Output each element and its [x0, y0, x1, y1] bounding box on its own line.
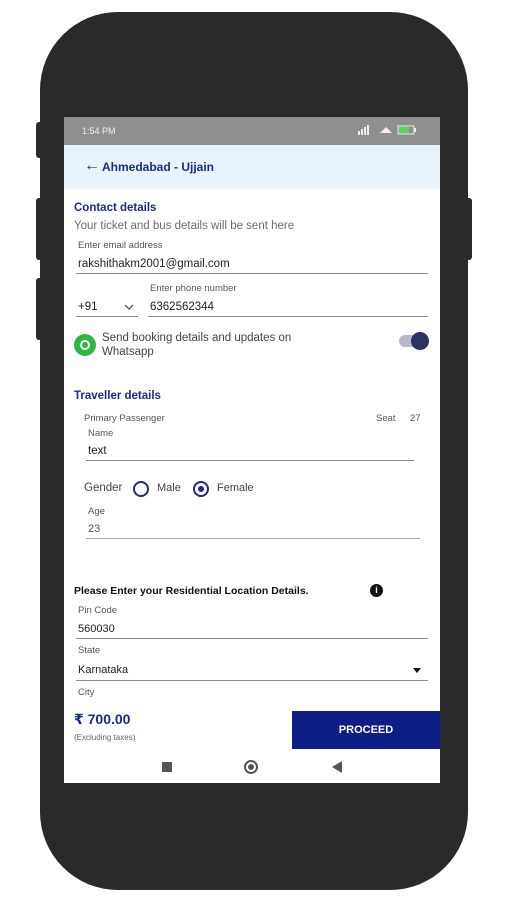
- gender-female-radio[interactable]: [193, 481, 209, 497]
- pin-code-field[interactable]: 560030: [78, 623, 115, 635]
- app-bar: ← Ahmedabad - Ujjain: [64, 145, 440, 189]
- country-code-select[interactable]: +91: [78, 301, 98, 313]
- phone-side-button-left-mid: [36, 198, 44, 260]
- recent-apps-icon[interactable]: [162, 762, 172, 772]
- total-price: ₹ 700.00: [74, 711, 131, 727]
- primary-passenger-label: Primary Passenger: [84, 413, 165, 424]
- city-label: City: [78, 687, 95, 698]
- signal-wifi-battery-icon: [358, 125, 416, 135]
- phone-side-button-left-top: [36, 122, 44, 158]
- name-label: Name: [88, 428, 114, 439]
- email-field[interactable]: rakshithakm2001@gmail.com: [78, 258, 230, 270]
- bottom-bar: ₹ 700.00 (Excluding taxes) PROCEED: [64, 707, 440, 753]
- info-icon[interactable]: i: [370, 584, 383, 597]
- phone-screen: 1:54 PM ← Ahmedabad - Ujjain Contact det…: [64, 117, 440, 783]
- status-icons: [358, 125, 424, 137]
- proceed-button[interactable]: PROCEED: [292, 711, 440, 749]
- gender-female-label[interactable]: Female: [217, 482, 254, 494]
- state-underline: [76, 680, 428, 681]
- route-title: Ahmedabad - Ujjain: [102, 160, 215, 174]
- state-label: State: [78, 645, 101, 656]
- pin-code-underline: [76, 638, 428, 639]
- phone-underline: [148, 316, 428, 317]
- nav-back-icon[interactable]: [332, 761, 342, 773]
- age-label: Age: [88, 506, 105, 517]
- gender-label: Gender: [84, 482, 123, 494]
- chevron-down-icon[interactable]: [124, 304, 134, 311]
- phone-side-button-right: [464, 198, 472, 260]
- seat-label: Seat: [376, 413, 396, 424]
- age-field[interactable]: 23: [88, 523, 100, 535]
- name-field[interactable]: text: [88, 445, 107, 457]
- age-underline: [86, 538, 420, 539]
- contact-details-title: Contact details: [74, 202, 157, 214]
- whatsapp-text-line1: Send booking details and updates on: [102, 332, 292, 344]
- status-bar: 1:54 PM: [64, 117, 440, 145]
- status-time: 1:54 PM: [82, 126, 116, 136]
- residential-title: Please Enter your Residential Location D…: [74, 585, 309, 597]
- country-code-underline: [76, 316, 138, 317]
- phone-label: Enter phone number: [150, 283, 237, 294]
- name-underline: [86, 460, 414, 461]
- gender-male-radio[interactable]: [133, 481, 149, 497]
- email-underline: [76, 273, 428, 274]
- contact-subtitle: Your ticket and bus details will be sent…: [74, 220, 295, 232]
- back-arrow-icon[interactable]: ←: [84, 157, 100, 175]
- state-select[interactable]: Karnataka: [78, 664, 128, 676]
- price-note: (Excluding taxes): [74, 733, 136, 742]
- seat-number: 27: [410, 413, 421, 424]
- pin-code-label: Pin Code: [78, 605, 118, 616]
- home-icon[interactable]: [244, 760, 258, 774]
- phone-side-button-left-low: [36, 278, 44, 340]
- android-nav-bar: [64, 753, 440, 783]
- whatsapp-icon: [74, 334, 96, 356]
- traveller-details-title: Traveller details: [74, 390, 161, 402]
- state-dropdown-arrow-icon[interactable]: [413, 668, 421, 673]
- email-label: Enter email address: [78, 240, 163, 251]
- phone-field[interactable]: 6362562344: [150, 301, 214, 313]
- whatsapp-toggle-knob[interactable]: [411, 332, 429, 350]
- whatsapp-text-line2: Whatsapp: [102, 346, 154, 358]
- gender-male-label[interactable]: Male: [157, 482, 181, 494]
